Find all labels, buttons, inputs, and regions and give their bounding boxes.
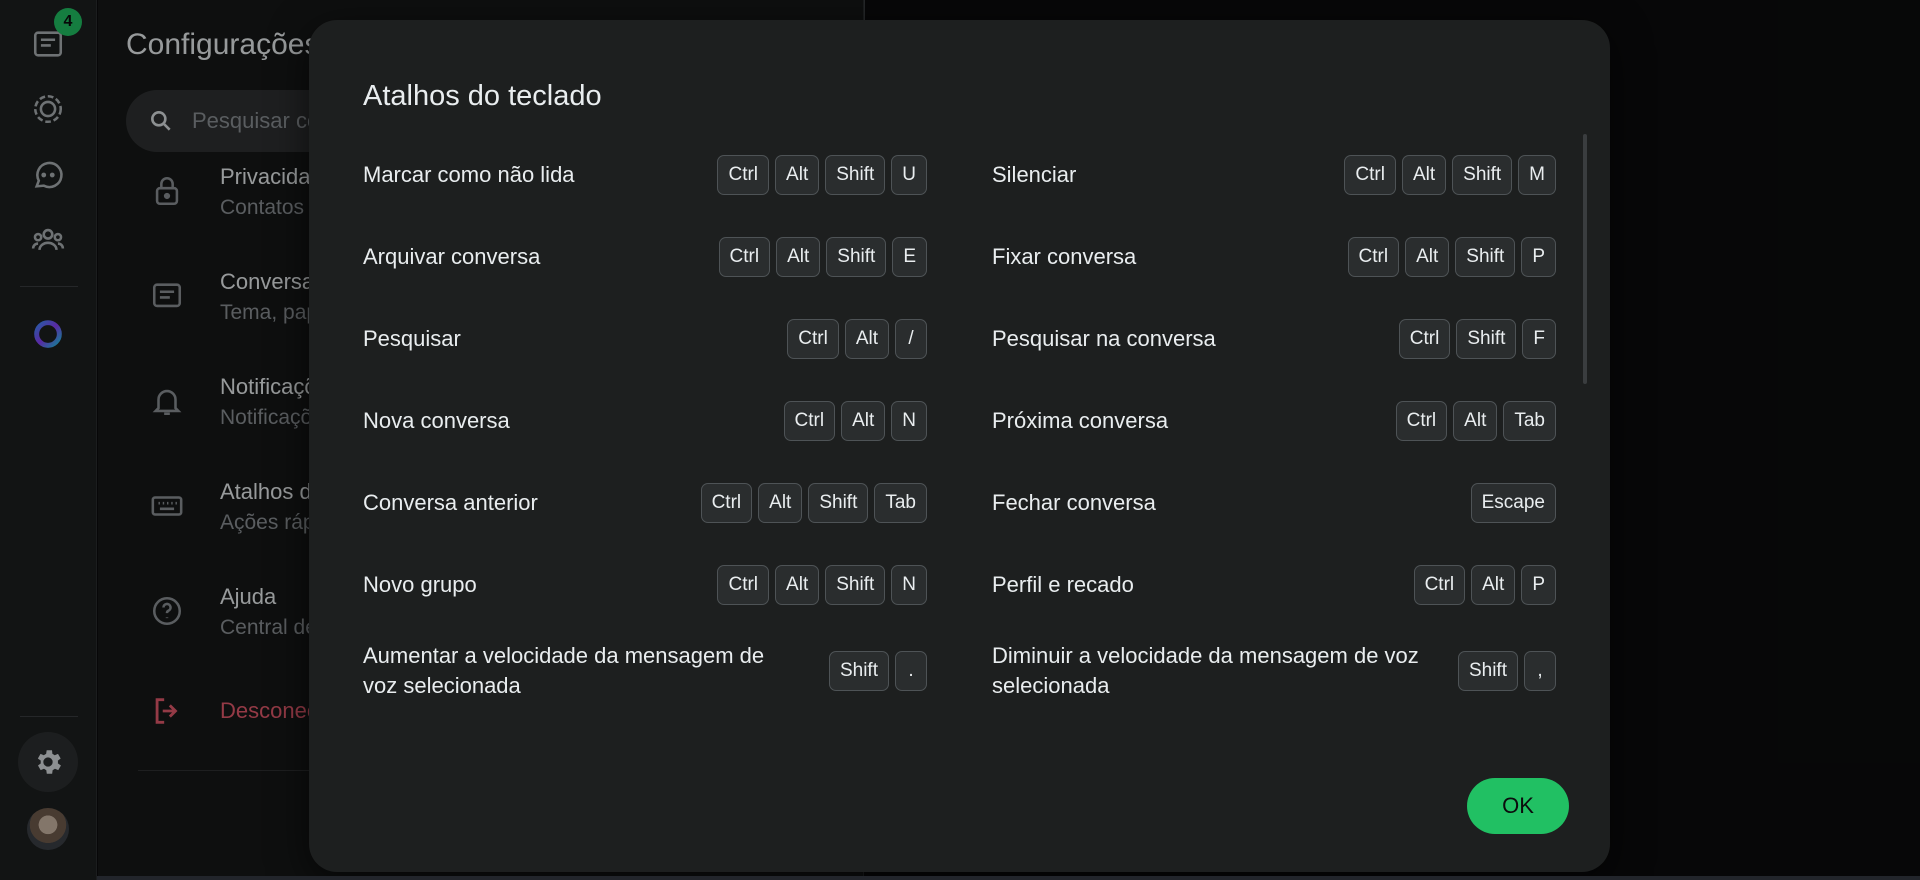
- shortcut-row: Pesquisar Ctrl Alt /: [363, 298, 927, 380]
- keycap: Alt: [776, 237, 821, 277]
- keycap: Alt: [1453, 401, 1498, 441]
- shortcut-label: Conversa anterior: [363, 490, 538, 515]
- shortcut-row: Próxima conversa Ctrl Alt Tab: [992, 380, 1556, 462]
- keycap: /: [895, 319, 927, 359]
- shortcut-row: Arquivar conversa Ctrl Alt Shift E: [363, 216, 927, 298]
- keycap: Shift: [1456, 319, 1517, 359]
- keycap: Ctrl: [1395, 401, 1448, 441]
- shortcut-row: Pesquisar na conversa Ctrl Shift F: [992, 298, 1556, 380]
- key-combination: Ctrl Alt Shift Tab: [700, 483, 927, 523]
- key-combination: Ctrl Alt Shift N: [717, 565, 927, 605]
- keycap: Alt: [844, 319, 889, 359]
- key-combination: Ctrl Alt Shift U: [717, 155, 927, 195]
- shortcut-row: Novo grupo Ctrl Alt Shift N: [363, 544, 927, 626]
- keycap: Escape: [1470, 483, 1556, 523]
- keycap: Shift: [828, 651, 889, 691]
- shortcut-row: Conversa anterior Ctrl Alt Shift Tab: [363, 462, 927, 544]
- key-combination: Ctrl Alt Shift M: [1344, 155, 1556, 195]
- keycap: Shift: [826, 237, 887, 277]
- shortcut-row: Diminuir a velocidade da mensagem de voz…: [992, 630, 1556, 712]
- key-combination: Ctrl Alt Tab: [1395, 401, 1556, 441]
- keycap: Ctrl: [717, 155, 770, 195]
- key-combination: Escape: [1470, 483, 1556, 523]
- shortcut-label: Arquivar conversa: [363, 244, 541, 269]
- scrollbar[interactable]: [1583, 134, 1587, 384]
- shortcut-label: Marcar como não lida: [363, 162, 575, 187]
- shortcut-row: Marcar como não lida Ctrl Alt Shift U: [363, 134, 927, 216]
- shortcut-label: Nova conversa: [363, 408, 510, 433]
- shortcut-label: Diminuir a velocidade da mensagem de voz…: [992, 643, 1419, 698]
- keycap: P: [1521, 565, 1556, 605]
- keycap: .: [895, 651, 927, 691]
- dialog-title: Atalhos do teclado: [363, 80, 602, 112]
- key-combination: Ctrl Alt Shift P: [1347, 237, 1556, 277]
- shortcut-label: Pesquisar na conversa: [992, 326, 1216, 351]
- key-combination: Ctrl Alt Shift E: [718, 237, 927, 277]
- shortcut-row: Fixar conversa Ctrl Alt Shift P: [992, 216, 1556, 298]
- keycap: P: [1521, 237, 1556, 277]
- shortcut-label: Fechar conversa: [992, 490, 1156, 515]
- keycap: Shift: [1457, 651, 1518, 691]
- keycap: Ctrl: [718, 237, 771, 277]
- keycap: Shift: [825, 565, 886, 605]
- keycap: Ctrl: [1347, 237, 1400, 277]
- keycap: Shift: [1455, 237, 1516, 277]
- shortcut-row: Silenciar Ctrl Alt Shift M: [992, 134, 1556, 216]
- ok-button[interactable]: OK: [1467, 778, 1569, 834]
- keycap: Shift: [808, 483, 869, 523]
- keycap: E: [892, 237, 927, 277]
- key-combination: Shift,: [1457, 651, 1556, 691]
- keycap: N: [891, 401, 927, 441]
- shortcut-row: Fechar conversa Escape: [992, 462, 1556, 544]
- keycap: ,: [1524, 651, 1556, 691]
- key-combination: Ctrl Alt P: [1413, 565, 1556, 605]
- keycap: Ctrl: [787, 319, 839, 359]
- keycap: Alt: [1471, 565, 1516, 605]
- keycap: Ctrl: [1398, 319, 1451, 359]
- keycap: Alt: [775, 565, 820, 605]
- key-combination: Ctrl Shift F: [1398, 319, 1556, 359]
- keycap: Tab: [874, 483, 927, 523]
- shortcut-row: Aumentar a velocidade da mensagem de voz…: [363, 630, 927, 712]
- keycap: U: [891, 155, 927, 195]
- keycap: Ctrl: [1413, 565, 1466, 605]
- shortcut-label: Fixar conversa: [992, 244, 1137, 269]
- key-combination: Shift.: [828, 651, 927, 691]
- shortcut-label: Silenciar: [992, 162, 1077, 187]
- keycap: F: [1522, 319, 1556, 359]
- keyboard-shortcuts-dialog: Atalhos do teclado Marcar como não lida C…: [309, 20, 1610, 872]
- keycap: Tab: [1503, 401, 1556, 441]
- keycap: Ctrl: [717, 565, 770, 605]
- shortcut-label: Pesquisar: [363, 326, 461, 351]
- keycap: Alt: [1405, 237, 1450, 277]
- key-combination: Ctrl Alt /: [787, 319, 927, 359]
- keycap: Alt: [775, 155, 820, 195]
- shortcut-label: Próxima conversa: [992, 408, 1169, 433]
- keycap: Shift: [825, 155, 886, 195]
- shortcut-label: Aumentar a velocidade da mensagem de voz…: [363, 643, 765, 698]
- keycap: M: [1518, 155, 1556, 195]
- keycap: Ctrl: [700, 483, 753, 523]
- keycap: Alt: [841, 401, 886, 441]
- shortcut-row: Nova conversa Ctrl Alt N: [363, 380, 927, 462]
- keycap: Alt: [1401, 155, 1447, 195]
- keycap: Ctrl: [783, 401, 836, 441]
- shortcut-label: Novo grupo: [363, 572, 477, 597]
- keycap: Shift: [1452, 155, 1513, 195]
- bottom-edge: [97, 876, 1920, 880]
- keycap: Ctrl: [1344, 155, 1396, 195]
- shortcut-label: Perfil e recado: [992, 572, 1134, 597]
- keycap: N: [891, 565, 927, 605]
- shortcut-row: Perfil e recado Ctrl Alt P: [992, 544, 1556, 626]
- key-combination: Ctrl Alt N: [783, 401, 927, 441]
- keycap: Alt: [758, 483, 803, 523]
